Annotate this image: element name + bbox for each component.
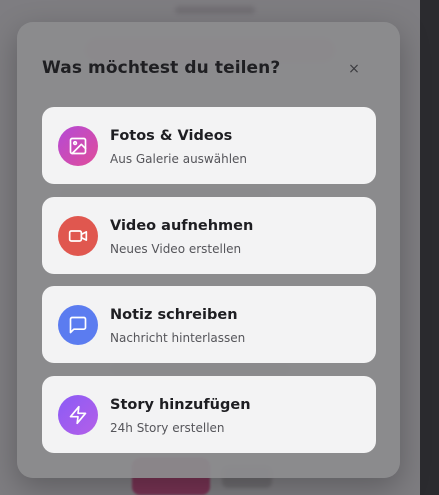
option-photos-videos[interactable]: Fotos & Videos Aus Galerie auswählen xyxy=(42,107,376,184)
close-button[interactable]: × xyxy=(345,60,363,78)
share-dialog: Was möchtest du teilen? × Fotos & Videos… xyxy=(17,22,400,478)
option-subtitle: Neues Video erstellen xyxy=(110,242,242,256)
option-write-note[interactable]: Notiz schreiben Nachricht hinterlassen xyxy=(42,286,376,363)
option-title: Video aufnehmen xyxy=(110,218,254,234)
option-record-video[interactable]: Video aufnehmen Neues Video erstellen xyxy=(42,197,376,274)
page: Was möchtest du teilen? × Fotos & Videos… xyxy=(0,0,439,495)
scrollbar-rail xyxy=(420,0,439,495)
option-add-story[interactable]: Story hinzufügen 24h Story erstellen xyxy=(42,376,376,453)
option-subtitle: Aus Galerie auswählen xyxy=(110,152,248,166)
option-title: Fotos & Videos xyxy=(110,128,233,144)
option-title: Notiz schreiben xyxy=(110,307,238,323)
lightning-icon xyxy=(58,395,98,435)
message-icon xyxy=(58,305,98,345)
option-title: Story hinzufügen xyxy=(110,397,251,413)
close-icon: × xyxy=(348,61,360,77)
image-icon xyxy=(58,126,98,166)
option-subtitle: Nachricht hinterlassen xyxy=(110,331,246,345)
video-camera-icon xyxy=(58,216,98,256)
dialog-title: Was möchtest du teilen? xyxy=(42,58,281,78)
option-subtitle: 24h Story erstellen xyxy=(110,421,225,435)
